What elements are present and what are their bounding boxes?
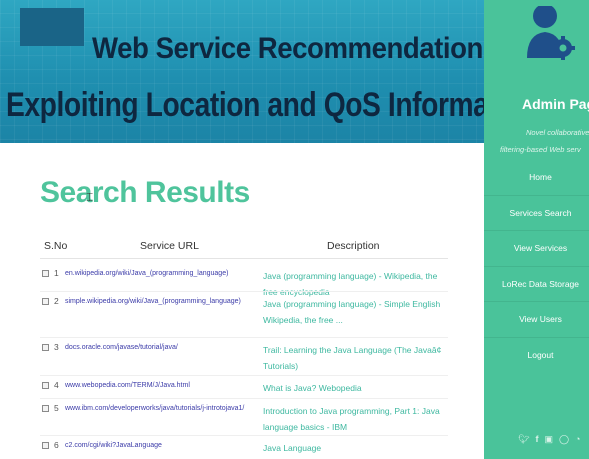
sidebar-tagline-1: Novel collaborative: [526, 128, 589, 137]
row-divider: [40, 375, 448, 376]
service-url-link[interactable]: simple.wikipedia.org/wiki/Java_(programm…: [65, 296, 241, 307]
row-number: 3: [54, 342, 59, 352]
service-description[interactable]: Introduction to Java programming, Part 1…: [263, 403, 453, 435]
text-cursor-icon: ⌶: [86, 190, 94, 204]
column-header-service-url: Service URL: [140, 240, 199, 252]
row-checkbox[interactable]: [42, 270, 49, 277]
row-number: 1: [54, 268, 59, 278]
row-checkbox[interactable]: [42, 442, 49, 449]
facebook-icon[interactable]: f: [535, 434, 538, 444]
banner-title-line1: Web Service Recommendation via: [92, 32, 484, 65]
service-description[interactable]: Java (programming language) - Simple Eng…: [263, 296, 453, 328]
service-url-link[interactable]: en.wikipedia.org/wiki/Java_(programming_…: [65, 268, 228, 279]
row-number: 2: [54, 296, 59, 306]
column-header-sno: S.No: [44, 240, 68, 252]
row-divider: [40, 337, 448, 338]
row-number: 4: [54, 380, 59, 390]
banner-decoration: [20, 8, 84, 46]
sidebar-item-view-users[interactable]: View Users: [484, 302, 589, 338]
rss-icon[interactable]: ◔: [575, 434, 580, 444]
sidebar-title: Admin Page: [522, 96, 589, 112]
header-divider: [40, 258, 448, 259]
banner-title-line2: Exploiting Location and QoS Information: [6, 86, 484, 124]
row-number: 5: [54, 403, 59, 413]
row-checkbox[interactable]: [42, 344, 49, 351]
row-number: 6: [54, 440, 59, 450]
service-description[interactable]: What is Java? Webopedia: [263, 380, 453, 396]
service-url-link[interactable]: www.webopedia.com/TERM/J/Java.html: [65, 380, 190, 391]
service-url-link[interactable]: docs.oracle.com/javase/tutorial/java/: [65, 342, 178, 353]
service-description[interactable]: Trail: Learning the Java Language (The J…: [263, 342, 453, 374]
admin-user-icon: [527, 6, 575, 60]
service-url-link[interactable]: c2.com/cgi/wiki?JavaLanguage: [65, 440, 162, 451]
social-links: 🐦︎ f ▣ ◯ ◔: [518, 434, 580, 444]
github-icon[interactable]: ◯: [559, 434, 569, 444]
sidebar-nav: Home Services Search View Services LoRec…: [484, 160, 589, 373]
header-banner: Web Service Recommendation via Exploitin…: [0, 0, 484, 143]
twitter-icon[interactable]: 🐦︎: [518, 434, 529, 444]
sidebar-item-logout[interactable]: Logout: [484, 338, 589, 374]
sidebar: Admin Page Novel collaborative filtering…: [484, 0, 589, 459]
row-divider: [40, 435, 448, 436]
row-checkbox[interactable]: [42, 382, 49, 389]
service-url-link[interactable]: www.ibm.com/developerworks/java/tutorial…: [65, 403, 244, 414]
sidebar-item-services-search[interactable]: Services Search: [484, 196, 589, 231]
row-checkbox[interactable]: [42, 298, 49, 305]
row-divider: [40, 291, 448, 292]
service-description[interactable]: Java Language: [263, 440, 453, 456]
column-header-description: Description: [327, 240, 380, 252]
sidebar-item-view-services[interactable]: View Services: [484, 231, 589, 267]
sidebar-tagline-2: filtering-based Web serv: [500, 145, 581, 154]
sidebar-item-home[interactable]: Home: [484, 160, 589, 196]
page-title: Search Results: [40, 176, 250, 209]
instagram-icon[interactable]: ▣: [544, 434, 553, 444]
row-checkbox[interactable]: [42, 405, 49, 412]
sidebar-item-lorec-data-storage[interactable]: LoRec Data Storage: [484, 267, 589, 302]
row-divider: [40, 398, 448, 399]
